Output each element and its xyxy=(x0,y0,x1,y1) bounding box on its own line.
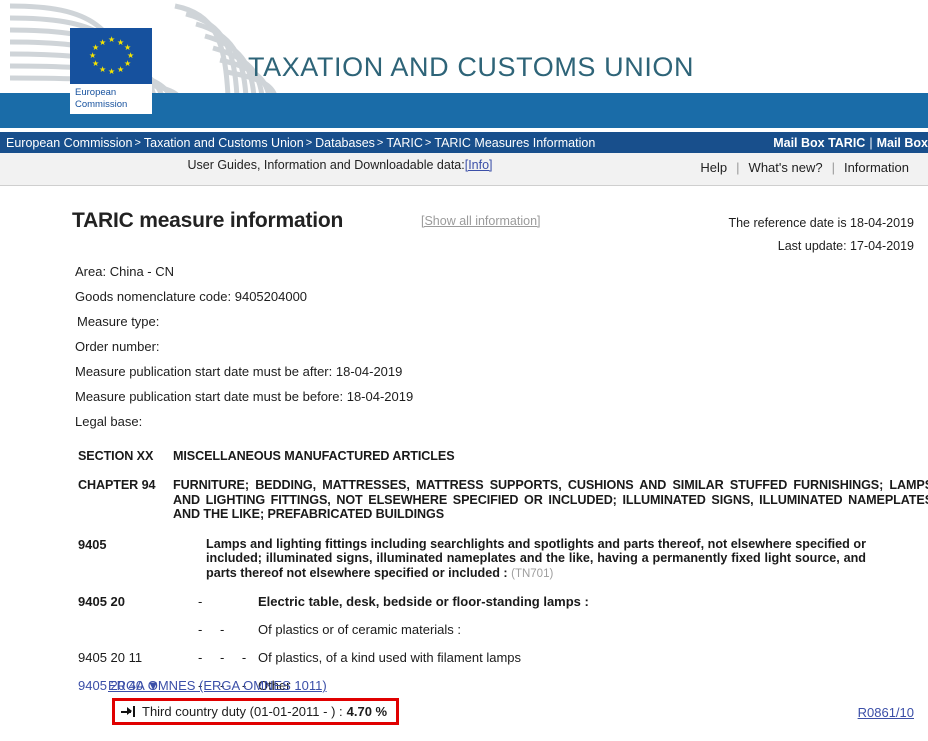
show-all-information-link[interactable]: [Show all information] xyxy=(421,214,541,228)
section-code: SECTION XX xyxy=(78,449,154,463)
nomenclature-description-9405-20-11: Of plastics, of a kind used with filamen… xyxy=(258,650,522,666)
help-link[interactable]: Help xyxy=(691,160,736,175)
ec-caption-line-1: European xyxy=(75,87,117,98)
breadcrumb-item-databases[interactable]: Databases xyxy=(315,136,375,150)
site-title: TAXATION AND CUSTOMS UNION xyxy=(248,52,695,82)
field-value-area: China - CN xyxy=(109,264,174,279)
heading-footnote: (TN701) xyxy=(511,567,554,580)
info-link[interactable]: [Info] xyxy=(465,158,493,172)
help-links: Help | What's new? | Information xyxy=(691,160,918,175)
field-label-legal-base: Legal base: xyxy=(75,414,143,429)
breadcrumb-separator-1: > xyxy=(134,136,141,149)
main-content: TARIC measure information [Show all info… xyxy=(0,187,928,741)
breadcrumb-item-taxation-and-customs-union[interactable]: Taxation and Customs Union xyxy=(144,136,304,150)
nomenclature-code-9405-20: 9405 20 xyxy=(78,594,125,610)
chapter-description: FURNITURE; BEDDING, MATTRESSES, MATTRESS… xyxy=(173,478,928,521)
nomenclature-row: - - Of plastics or of ceramic materials … xyxy=(0,622,928,637)
nomenclature-description-9405-20: Electric table, desk, bedside or floor-s… xyxy=(258,594,589,610)
breadcrumb-item-european-commission[interactable]: European Commission xyxy=(6,136,132,150)
field-label-publication-start-before: Measure publication start date must be b… xyxy=(75,389,344,404)
whats-new-link[interactable]: What's new? xyxy=(740,160,832,175)
section-row: SECTION XX MISCELLANEOUS MANUFACTURED AR… xyxy=(0,449,928,463)
mail-box-link[interactable]: Mail Box xyxy=(877,136,928,150)
site-masthead: TAXATION AND CUSTOMS UNION ★ ★ ★ ★ ★ ★ ★… xyxy=(0,0,928,128)
eu-flag-icon: ★ ★ ★ ★ ★ ★ ★ ★ ★ ★ ★ ★ xyxy=(70,28,152,84)
field-row-area: Area: China - CN xyxy=(75,259,775,284)
third-country-duty-highlight[interactable]: Third country duty (01-01-2011 - ) : 4.7… xyxy=(112,698,400,725)
field-row-publication-start-after: Measure publication start date must be a… xyxy=(75,359,775,384)
field-value-goods-nomenclature-code: 9405204000 xyxy=(234,289,308,304)
ec-caption-line-2: Commission xyxy=(75,98,128,110)
user-guides-row: User Guides, Information and Downloadabl… xyxy=(0,158,680,172)
information-link[interactable]: Information xyxy=(835,160,918,175)
nomenclature-description-of-plastics-or-ceramic: Of plastics or of ceramic materials : xyxy=(258,622,461,638)
field-row-publication-start-before: Measure publication start date must be b… xyxy=(75,384,775,409)
nomenclature-dashes-3: - - - xyxy=(198,650,254,666)
field-value-publication-start-before: 18-04-2019 xyxy=(346,389,414,404)
breadcrumb: European Commission > Taxation and Custo… xyxy=(0,136,595,150)
section-description: MISCELLANEOUS MANUFACTURED ARTICLES xyxy=(173,449,455,463)
field-label-publication-start-after: Measure publication start date must be a… xyxy=(75,364,333,379)
reference-date: The reference date is 18-04-2019 xyxy=(728,216,914,230)
heading-description: Lamps and lighting fittings including se… xyxy=(206,537,866,582)
sub-navigation-bar: User Guides, Information and Downloadabl… xyxy=(0,153,928,186)
mail-box-taric-link[interactable]: Mail Box TARIC xyxy=(773,136,865,150)
geographical-area-link[interactable]: ERGA OMNES (ERGA OMNES 1011) xyxy=(108,678,327,693)
regulation-link[interactable]: R0861/10 xyxy=(858,705,914,720)
breadcrumb-item-taric-measures-information[interactable]: TARIC Measures Information xyxy=(434,136,595,150)
user-guides-label: User Guides, Information and Downloadabl… xyxy=(187,158,465,172)
nomenclature-dashes-2: - - xyxy=(198,622,232,638)
field-label-area: Area: xyxy=(75,264,107,279)
nomenclature-row: 9405 20 11 - - - Of plastics, of a kind … xyxy=(0,650,928,665)
field-label-goods-nomenclature-code: Goods nomenclature code: xyxy=(75,289,232,304)
nomenclature-code-9405-20-11: 9405 20 11 xyxy=(78,650,143,666)
field-label-measure-type: Measure type: xyxy=(77,314,160,329)
nomenclature-tree: SECTION XX MISCELLANEOUS MANUFACTURED AR… xyxy=(0,449,928,693)
heading-row: 9405 Lamps and lighting fittings includi… xyxy=(0,537,928,582)
nomenclature-row: 9405 20 - Electric table, desk, bedside … xyxy=(0,594,928,609)
chapter-code: CHAPTER 94 xyxy=(78,478,156,492)
chapter-row: CHAPTER 94 FURNITURE; BEDDING, MATTRESSE… xyxy=(0,478,928,522)
tab-arrow-icon xyxy=(121,706,137,717)
field-row-measure-type: Measure type: xyxy=(75,309,775,334)
last-update-date: Last update: 17-04-2019 xyxy=(777,239,914,253)
breadcrumb-separator-2: > xyxy=(305,136,313,149)
page-title: TARIC measure information xyxy=(72,209,344,232)
nomenclature-description-9405-20-40: Other xyxy=(258,678,291,694)
field-value-publication-start-after: 18-04-2019 xyxy=(335,364,403,379)
duty-label: Third country duty (01-01-2011 - ) : xyxy=(142,704,343,719)
breadcrumb-item-taric[interactable]: TARIC xyxy=(386,136,423,150)
field-label-order-number: Order number: xyxy=(75,339,160,354)
query-criteria-list: Area: China - CN Goods nomenclature code… xyxy=(75,259,775,434)
breadcrumb-bar: European Commission > Taxation and Custo… xyxy=(0,132,928,153)
breadcrumb-separator-3: > xyxy=(376,136,384,149)
heading-code: 9405 xyxy=(78,536,107,552)
reference-dates: The reference date is 18-04-2019 Last up… xyxy=(728,212,914,258)
mailbox-separator: | xyxy=(869,135,873,150)
breadcrumb-separator-4: > xyxy=(424,136,432,149)
duty-value: 4.70 % xyxy=(346,704,388,719)
mailbox-links: Mail Box TARIC | Mail Box xyxy=(773,132,928,153)
european-commission-logo[interactable]: ★ ★ ★ ★ ★ ★ ★ ★ ★ ★ ★ ★ European Commiss… xyxy=(70,28,152,116)
field-row-order-number: Order number: xyxy=(75,334,775,359)
nomenclature-dashes-1: - xyxy=(198,594,210,610)
field-row-goods-nomenclature-code: Goods nomenclature code: 9405204000 xyxy=(75,284,775,309)
field-row-legal-base: Legal base: xyxy=(75,409,775,434)
ec-logo-caption: European Commission xyxy=(70,84,152,114)
